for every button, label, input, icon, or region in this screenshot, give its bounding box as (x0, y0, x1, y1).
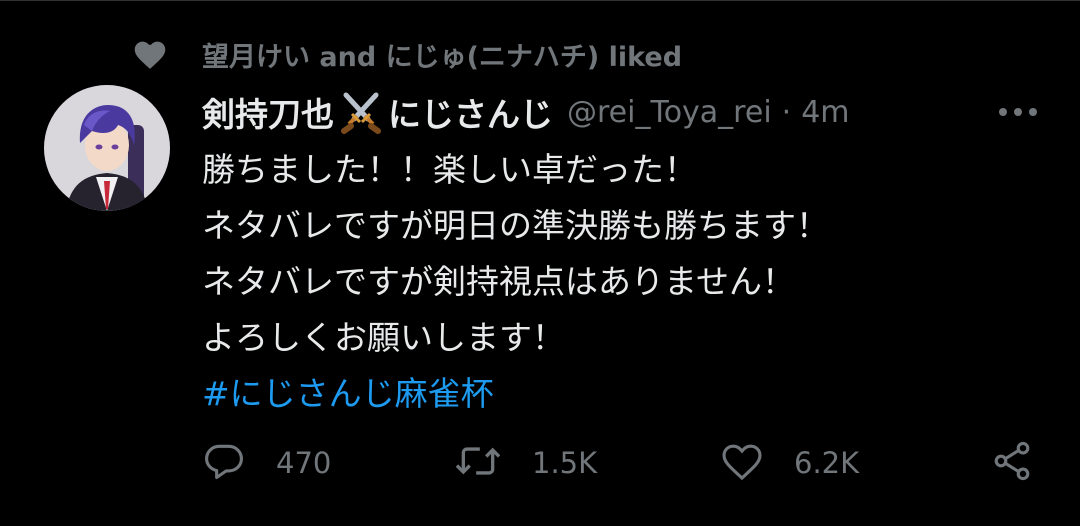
display-name[interactable]: 剣持刀也 (202, 88, 334, 136)
social-context-text: 望月けい and にじゅ(ニナハチ) liked (202, 41, 683, 73)
display-name-suffix[interactable]: にじさんじ (388, 88, 553, 136)
retweet-button[interactable]: 1.5K (454, 438, 597, 488)
heart-outline-icon (720, 440, 764, 486)
timestamp[interactable]: 4m (801, 95, 849, 130)
tweet-header: 剣持刀也 にじさんじ @rei_Toya_rei · 4m (202, 88, 850, 136)
share-icon (990, 439, 1034, 487)
heart-filled-icon (130, 34, 170, 74)
tweet-line: ネタバレですが明日の準決勝も勝ちます！ (202, 206, 829, 245)
top-divider (0, 0, 1080, 1)
tweet-line: 勝ちました！！楽しい卓だった！ (202, 150, 697, 189)
hashtag-link[interactable]: #にじさんじ麻雀杯 (202, 374, 494, 413)
crossed-swords-icon (338, 89, 384, 135)
social-context[interactable]: 望月けい and にじゅ(ニナハチ) liked (130, 34, 682, 74)
separator-dot: · (781, 94, 792, 130)
reply-icon (202, 439, 246, 487)
reply-button[interactable]: 470 (202, 438, 331, 488)
avatar[interactable] (44, 85, 170, 211)
more-horizontal-icon[interactable] (992, 96, 1044, 128)
like-count: 6.2K (794, 446, 860, 480)
retweet-count: 1.5K (532, 446, 598, 480)
tweet-text: 勝ちました！！楽しい卓だった！ ネタバレですが明日の準決勝も勝ちます！ ネタバレ… (202, 142, 1042, 422)
tweet-line: よろしくお願いします！ (202, 318, 565, 357)
tweet-line: ネタバレですが剣持視点はありません！ (202, 262, 796, 301)
reply-count: 470 (276, 446, 332, 480)
user-handle[interactable]: @rei_Toya_rei (567, 95, 772, 130)
like-button[interactable]: 6.2K (720, 438, 859, 488)
tweet-actions: 470 1.5K 6.2K (202, 438, 1052, 488)
retweet-icon (454, 439, 502, 487)
share-button[interactable] (990, 438, 1034, 488)
